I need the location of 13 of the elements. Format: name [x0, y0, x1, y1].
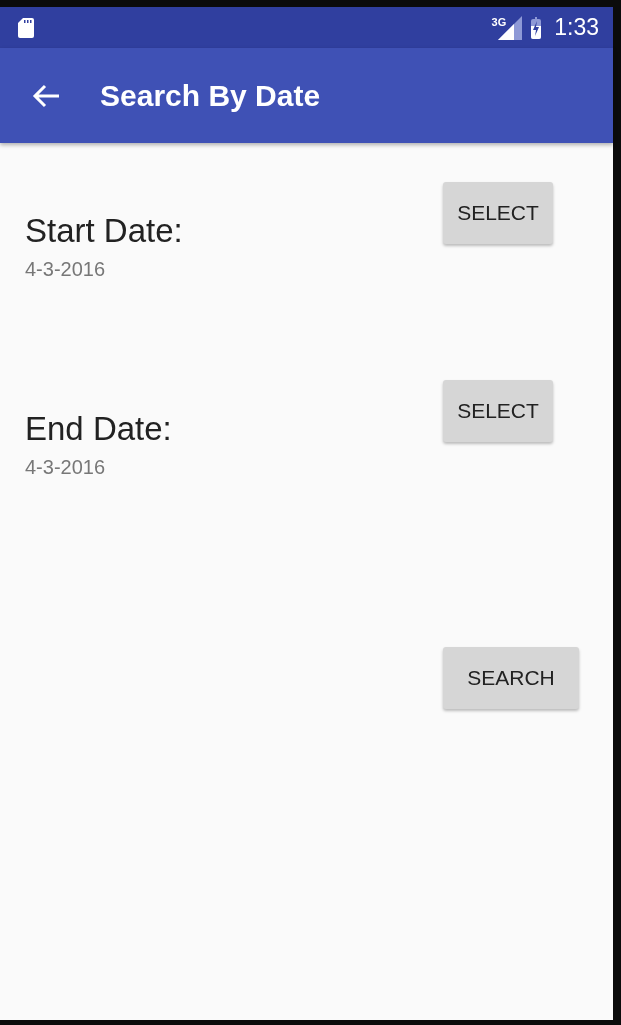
- date-label: End Date:: [25, 410, 172, 448]
- clock-time: 1:33: [554, 14, 599, 41]
- back-arrow-icon: [32, 83, 60, 108]
- date-value: 4-3-2016: [25, 258, 107, 281]
- sd-card-icon: [18, 17, 34, 38]
- search-button[interactable]: SEARCH: [443, 647, 579, 709]
- network-label: 3G: [491, 15, 507, 28]
- battery-icon: [530, 16, 543, 39]
- app-title: Search By Date: [100, 78, 321, 113]
- select-button[interactable]: SELECT: [443, 380, 553, 442]
- date-value: 4-3-2016: [25, 456, 107, 479]
- date-label: Start Date:: [25, 212, 183, 250]
- select-button[interactable]: SELECT: [443, 182, 553, 244]
